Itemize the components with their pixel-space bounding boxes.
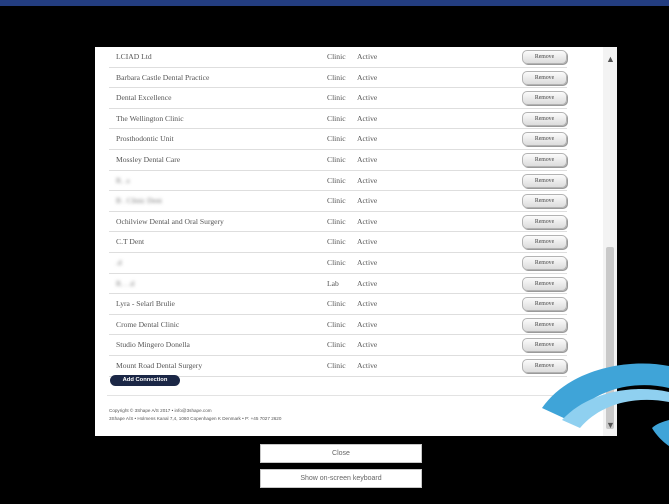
remove-button[interactable]: Remove: [522, 297, 567, 312]
connection-status: Active: [357, 72, 378, 82]
connections-dialog: LCIAD Ltd Clinic Active Remove Barbara Castl…: [95, 47, 617, 436]
connection-type: Clinic: [327, 93, 346, 103]
connection-name: R. .s: [116, 175, 130, 185]
show-keyboard-button[interactable]: Show on-screen keyboard: [260, 469, 422, 488]
connection-name: The Wellington Clinic: [116, 113, 184, 123]
connection-row: Prosthodontic Unit Clinic Active Remove: [109, 129, 567, 150]
connection-type: Clinic: [327, 237, 346, 247]
connection-name: Barbara Castle Dental Practice: [116, 72, 210, 82]
connection-name: Dental Excellence: [116, 93, 172, 103]
connection-row: Ochilview Dental and Oral Surgery Clinic A…: [109, 212, 567, 233]
connection-name: Mossley Dental Care: [116, 154, 181, 164]
remove-button[interactable]: Remove: [522, 276, 567, 291]
remove-button[interactable]: Remove: [522, 173, 567, 188]
connection-type: Clinic: [327, 72, 346, 82]
connection-row: R. .s Clinic Active Remove: [109, 171, 567, 192]
connection-status: Active: [357, 237, 378, 247]
footer-copyright: Copyright © 3Shape A/S 2017 • info@3shap…: [109, 408, 212, 413]
remove-button[interactable]: Remove: [522, 111, 567, 126]
connection-row: Dental Excellence Clinic Active Remove: [109, 88, 567, 109]
footer-divider: [107, 395, 559, 396]
connection-status: Active: [357, 113, 378, 123]
connection-type: Clinic: [327, 134, 346, 144]
connection-name: Prosthodontic Unit: [116, 134, 174, 144]
connection-row: .d Clinic Active Remove: [109, 253, 567, 274]
top-bar: [0, 0, 669, 6]
connection-status: Active: [357, 52, 378, 61]
remove-button[interactable]: Remove: [522, 317, 567, 332]
connection-type: Clinic: [327, 319, 346, 329]
connection-status: Active: [357, 134, 378, 144]
connection-row: LCIAD Ltd Clinic Active Remove: [109, 47, 567, 68]
connection-type: Clinic: [327, 113, 346, 123]
connection-type: Clinic: [327, 154, 346, 164]
connection-type: Clinic: [327, 257, 346, 267]
connection-status: Active: [357, 360, 378, 370]
chevron-up-icon[interactable]: ▲: [606, 55, 615, 64]
connection-name: B . Clinic Dent: [116, 196, 162, 206]
connection-type: Clinic: [327, 216, 346, 226]
connection-status: Active: [357, 340, 378, 350]
footer-address: 3Shape A/S • Holmens Kanal 7,4, 1060 Cop…: [109, 416, 282, 421]
remove-button[interactable]: Remove: [522, 132, 567, 147]
remove-button[interactable]: Remove: [522, 70, 567, 85]
connection-status: Active: [357, 175, 378, 185]
connection-status: Active: [357, 319, 378, 329]
remove-button[interactable]: Remove: [522, 214, 567, 229]
connection-name: Crome Dental Clinic: [116, 319, 180, 329]
connection-row: The Wellington Clinic Clinic Active Remove: [109, 109, 567, 130]
remove-button[interactable]: Remove: [522, 91, 567, 106]
connection-name: C.T Dent: [116, 237, 145, 247]
connection-name: LCIAD Ltd: [116, 52, 152, 61]
connection-status: Active: [357, 299, 378, 309]
connection-row: Barbara Castle Dental Practice Clinic Acti…: [109, 68, 567, 89]
connection-type: Clinic: [327, 340, 346, 350]
3shape-swoosh-icon: [542, 363, 669, 446]
connection-type: Clinic: [327, 52, 346, 61]
remove-button[interactable]: Remove: [522, 235, 567, 250]
connection-status: Active: [357, 216, 378, 226]
connection-row: Mossley Dental Care Clinic Active Remove: [109, 150, 567, 171]
connection-name: .d: [116, 257, 122, 267]
connection-status: Active: [357, 154, 378, 164]
connection-type: Clinic: [327, 299, 346, 309]
connection-type: Lab: [327, 278, 339, 288]
connection-status: Active: [357, 257, 378, 267]
connection-row: R. . .d Lab Active Remove: [109, 274, 567, 295]
connection-row: Crome Dental Clinic Clinic Active Remove: [109, 315, 567, 336]
connection-type: Clinic: [327, 175, 346, 185]
connection-status: Active: [357, 93, 378, 103]
remove-button[interactable]: Remove: [522, 194, 567, 209]
connection-name: Mount Road Dental Surgery: [116, 360, 203, 370]
connection-row: Lyra - Selarl Brulie Clinic Active Remove: [109, 294, 567, 315]
add-connection-button[interactable]: Add Connection: [110, 375, 180, 386]
connection-status: Active: [357, 196, 378, 206]
close-button[interactable]: Close: [260, 444, 422, 463]
connection-name: Lyra - Selarl Brulie: [116, 299, 175, 309]
remove-button[interactable]: Remove: [522, 50, 567, 64]
connection-type: Clinic: [327, 196, 346, 206]
connection-name: Ochilview Dental and Oral Surgery: [116, 216, 224, 226]
connection-row: Studio Mingero Donella Clinic Active Remove: [109, 335, 567, 356]
connection-row: C.T Dent Clinic Active Remove: [109, 232, 567, 253]
connection-type: Clinic: [327, 360, 346, 370]
remove-button[interactable]: Remove: [522, 255, 567, 270]
remove-button[interactable]: Remove: [522, 152, 567, 167]
connection-row: B . Clinic Dent Clinic Active Remove: [109, 191, 567, 212]
connections-list: LCIAD Ltd Clinic Active Remove Barbara Castl…: [109, 47, 567, 377]
remove-button[interactable]: Remove: [522, 338, 567, 353]
connection-status: Active: [357, 278, 378, 288]
connection-name: Studio Mingero Donella: [116, 340, 190, 350]
connection-row: Mount Road Dental Surgery Clinic Active Rem…: [109, 356, 567, 377]
connection-name: R. . .d: [116, 278, 135, 288]
